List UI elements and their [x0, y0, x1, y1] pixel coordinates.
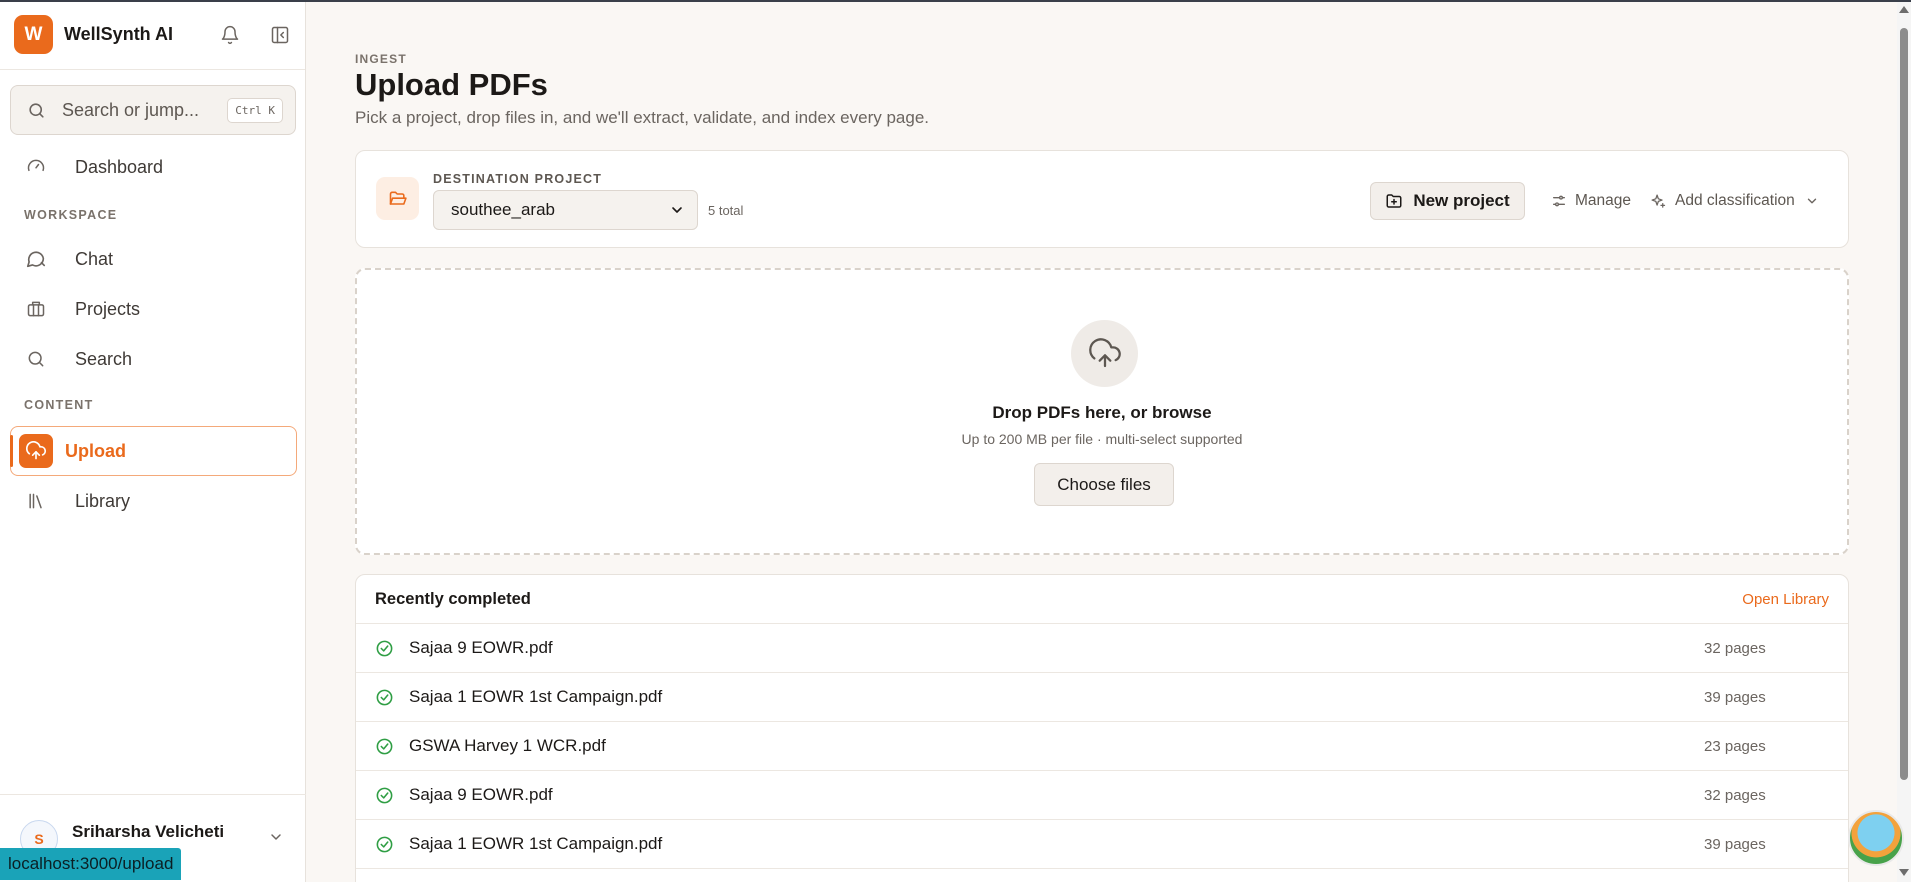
folder-plus-icon [1385, 192, 1403, 210]
table-row[interactable]: Sajaa 9 EOWR.pdf 32 pages [356, 771, 1848, 820]
page-count: 32 pages [1704, 639, 1766, 657]
manage-label: Manage [1575, 192, 1632, 209]
sliders-icon [1551, 193, 1567, 209]
library-icon [24, 489, 48, 513]
table-row[interactable]: Sajaa 1 EOWR 1st Campaign.pdf 39 pages [356, 820, 1848, 869]
page-count: 32 pages [1704, 786, 1766, 804]
check-circle-icon [375, 835, 394, 854]
gauge-icon [24, 155, 48, 179]
page-eyebrow: INGEST [355, 52, 407, 66]
check-circle-icon [375, 737, 394, 756]
destination-project-label: DESTINATION PROJECT [433, 172, 603, 186]
table-row[interactable]: Sajaa 9 EOWR.pdf 32 pages [356, 624, 1848, 673]
app-name: WellSynth AI [64, 24, 174, 44]
dropzone-subtitle: Up to 200 MB per file · multi-select sup… [961, 431, 1243, 447]
brand-header: W WellSynth AI [0, 0, 305, 70]
briefcase-icon [24, 297, 48, 321]
floating-assistant-icon[interactable] [1848, 810, 1904, 866]
project-select[interactable]: southee_arab [433, 190, 698, 230]
open-library-link[interactable]: Open Library [1742, 591, 1829, 608]
check-circle-icon [375, 639, 394, 658]
search-placeholder: Search or jump... [62, 99, 200, 120]
project-total-count: 5 total [708, 203, 744, 218]
destination-project-card: DESTINATION PROJECT southee_arab 5 total… [355, 150, 1849, 248]
collapse-sidebar-icon[interactable] [269, 24, 291, 46]
page-count: 39 pages [1704, 835, 1766, 853]
user-name: Sriharsha Velicheti [72, 822, 225, 841]
table-row[interactable]: GSWA Harvey 1 WCR.pdf 23 pages [356, 722, 1848, 771]
page-subtitle: Pick a project, drop files in, and we'll… [355, 108, 929, 127]
search-icon [27, 101, 46, 120]
page-count: 23 pages [1704, 737, 1766, 755]
file-name: Sajaa 1 EOWR 1st Campaign.pdf [409, 687, 663, 706]
search-shortcut: Ctrl K [227, 97, 283, 123]
chevron-down-icon [669, 202, 685, 218]
sidebar: W WellSynth AI Search or jump... Ctrl K … [0, 0, 306, 882]
choose-files-button[interactable]: Choose files [1034, 463, 1174, 506]
check-circle-icon [375, 688, 394, 707]
chevron-down-icon [1805, 194, 1819, 208]
add-classification-label: Add classification [1675, 192, 1795, 209]
chat-bubble-icon [24, 247, 48, 271]
window-top-edge [0, 0, 1911, 2]
page-title: Upload PDFs [355, 67, 548, 102]
new-project-button[interactable]: New project [1370, 182, 1525, 220]
new-project-label: New project [1413, 191, 1510, 210]
recently-completed-header: Recently completed Open Library [356, 575, 1848, 624]
bell-icon[interactable] [219, 24, 241, 46]
scroll-down-arrow-icon[interactable] [1899, 869, 1909, 876]
status-url-tooltip: localhost:3000/upload [0, 848, 182, 880]
page-count: 39 pages [1704, 688, 1766, 706]
search-icon [24, 347, 48, 371]
dropzone-title: Drop PDFs here, or browse [992, 403, 1212, 422]
check-circle-icon [375, 786, 394, 805]
upload-cloud-icon [19, 434, 53, 468]
sidebar-item-label: Chat [75, 248, 114, 269]
section-label-workspace: WORKSPACE [24, 208, 118, 222]
file-name: Sajaa 9 EOWR.pdf [409, 785, 553, 804]
page-scrollbar[interactable] [1897, 0, 1911, 882]
project-select-value: southee_arab [451, 200, 555, 219]
sidebar-item-chat[interactable]: Chat [10, 236, 297, 282]
recently-completed-title: Recently completed [375, 589, 531, 608]
sidebar-search[interactable]: Search or jump... Ctrl K [10, 85, 296, 135]
section-label-content: CONTENT [24, 398, 94, 412]
sidebar-item-upload[interactable]: Upload [10, 426, 297, 476]
file-name: GSWA Harvey 1 WCR.pdf [409, 736, 606, 755]
file-name: Sajaa 1 EOWR 1st Campaign.pdf [409, 834, 663, 853]
sidebar-item-dashboard[interactable]: Dashboard [10, 144, 297, 190]
manage-button[interactable]: Manage [1551, 182, 1631, 220]
table-row[interactable]: Sajaa 1 EOWR 1st Campaign.pdf 39 pages [356, 673, 1848, 722]
sidebar-item-label: Projects [75, 298, 141, 319]
sidebar-item-label: Library [75, 490, 131, 511]
file-name: Sajaa 9 EOWR.pdf [409, 638, 553, 657]
sparkles-icon [1650, 193, 1667, 210]
sidebar-item-projects[interactable]: Projects [10, 286, 297, 332]
upload-cloud-icon [1071, 320, 1138, 387]
add-classification-button[interactable]: Add classification [1650, 182, 1819, 220]
sidebar-item-search[interactable]: Search [10, 336, 297, 382]
sidebar-item-label: Upload [65, 440, 126, 461]
folder-open-icon [376, 177, 419, 220]
app-logo[interactable]: W [14, 15, 53, 54]
sidebar-item-library[interactable]: Library [10, 478, 297, 524]
sidebar-item-label: Search [75, 348, 133, 369]
scroll-up-arrow-icon[interactable] [1899, 6, 1909, 13]
scrollbar-thumb[interactable] [1900, 28, 1908, 780]
recently-completed-panel: Recently completed Open Library Sajaa 9 … [355, 574, 1849, 882]
sidebar-item-label: Dashboard [75, 156, 164, 177]
chevron-down-icon[interactable] [268, 829, 284, 850]
pdf-dropzone[interactable]: Drop PDFs here, or browse Up to 200 MB p… [355, 268, 1849, 555]
